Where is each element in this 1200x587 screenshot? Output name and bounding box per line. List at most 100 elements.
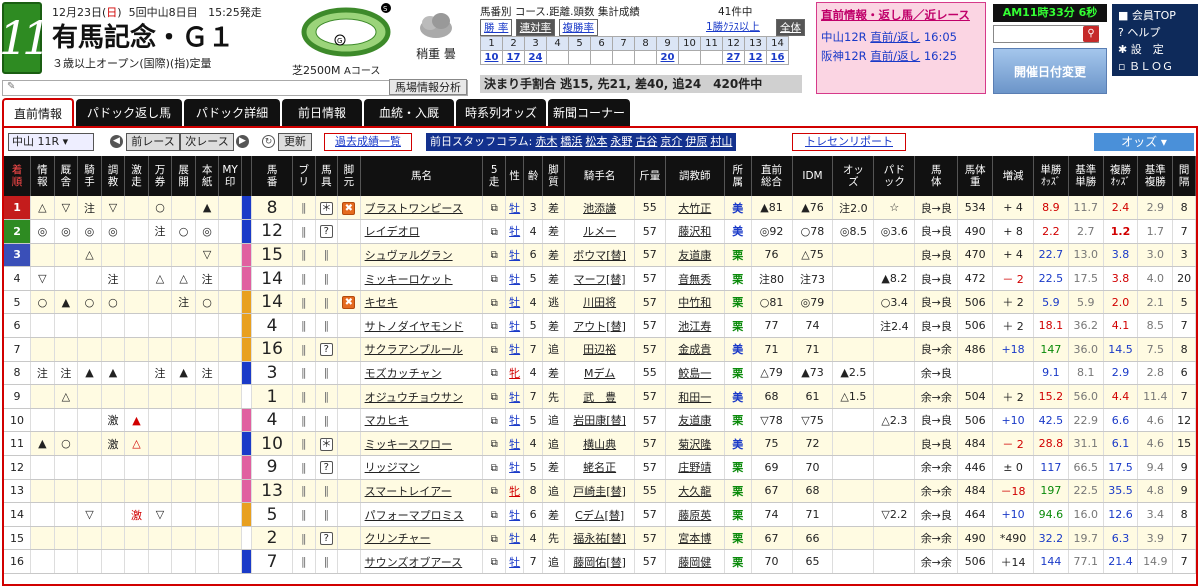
gear-cell[interactable]: ‖	[315, 266, 339, 291]
five-runs-icon[interactable]: ⧉	[482, 455, 506, 480]
my-mark[interactable]	[218, 219, 242, 244]
column-link[interactable]: 村山	[710, 135, 732, 148]
table-row[interactable]: 10 激 ▲ 4 ‖ ‖ マカヒキ ⧉ 牡 5 追岩田康[替] 57 友道康栗 ▽78 ▽75 △2.3 良→良…	[4, 408, 1196, 433]
col-age[interactable]: 齢	[523, 156, 543, 196]
grid-cell[interactable]: 14	[766, 36, 789, 51]
table-row[interactable]: 4 ▽ 注 △ △ 注 14 ‖ ‖ ミッキーロケット ⧉ 牡 5 差マーフ[替] 57 音無秀栗注80 注73…	[4, 266, 1196, 291]
jockey-name-link[interactable]: 蛯名正	[564, 455, 635, 480]
col-win-base[interactable]: 基準 単勝	[1068, 156, 1104, 196]
trainer-link[interactable]: 鮫島一	[665, 361, 725, 386]
prev-arrow-icon[interactable]: ◀	[110, 135, 123, 148]
table-row[interactable]: 8 注注 ▲ ▲ 注 ▲ 注 3 ‖ ‖ モズカッチャン ⧉ 牝 4 差 Mデム 55 鮫島一栗 △79 ▲73 ▲2.…	[4, 361, 1196, 386]
grid-cell[interactable]: 9	[656, 36, 679, 51]
trainer-link[interactable]: 宮本博	[665, 526, 725, 551]
trainer-link[interactable]: 藤岡健	[665, 549, 725, 574]
sex-cell[interactable]: 牡	[505, 455, 525, 480]
my-mark[interactable]	[218, 196, 242, 221]
horse-name-link[interactable]: パフォーマプロミス	[360, 502, 484, 527]
col-honshi[interactable]: 本紙	[195, 156, 220, 196]
five-runs-icon[interactable]: ⧉	[482, 196, 506, 221]
trainer-link[interactable]: 大竹正	[665, 196, 725, 221]
gear-cell[interactable]: ‖	[315, 408, 339, 433]
five-runs-icon[interactable]: ⧉	[482, 384, 506, 409]
sex-cell[interactable]: 牡	[505, 384, 525, 409]
five-runs-icon[interactable]: ⧉	[482, 526, 506, 551]
gear-cell[interactable]: ‖	[315, 479, 339, 504]
leg-warning-icon[interactable]: ✖	[342, 296, 356, 310]
grid-cell[interactable]: 20	[656, 50, 679, 65]
horse-name-link[interactable]: モズカッチャン	[360, 361, 484, 386]
gear-cell[interactable]: ‖	[315, 313, 339, 339]
horse-name-link[interactable]: リッジマン	[360, 455, 484, 480]
next-race-button[interactable]: 次レース	[180, 133, 234, 151]
leg-cell[interactable]	[337, 361, 361, 386]
tab-prev-day-info[interactable]: 前日情報	[282, 99, 362, 127]
five-runs-icon[interactable]: ⧉	[482, 266, 506, 291]
horse-name-link[interactable]: ミッキーロケット	[360, 266, 484, 291]
sex-cell[interactable]: 牡	[505, 266, 525, 291]
jockey-name-link[interactable]: 戸崎圭[替]	[564, 479, 635, 504]
col-my[interactable]: MY 印	[218, 156, 242, 196]
tab-pedigree[interactable]: 血統・入厩	[364, 99, 454, 127]
gear-cell[interactable]: ‖	[315, 361, 339, 386]
five-runs-icon[interactable]: ⧉	[482, 243, 506, 268]
col-legs[interactable]: 脚元	[337, 156, 361, 196]
leg-cell[interactable]	[337, 313, 361, 339]
sex-cell[interactable]: 牡	[505, 196, 525, 221]
trainer-link[interactable]: 藤沢和	[665, 219, 725, 244]
refresh-icon[interactable]: ↻	[262, 135, 275, 148]
tab-paddock-detail[interactable]: パドック詳細	[184, 99, 280, 127]
five-runs-icon[interactable]: ⧉	[482, 502, 506, 527]
jockey-name-link[interactable]: 池添謙	[564, 196, 635, 221]
table-row[interactable]: 12 9 ‖? リッジマン ⧉ 牡 5 差蛯名正 57 庄野靖栗 69 70 余→余 446 ± 0 117 6…	[4, 455, 1196, 480]
col-tenkai[interactable]: 展開	[171, 156, 196, 196]
open-date-change-button[interactable]: 開催日付変更	[993, 48, 1107, 94]
all-filter-button[interactable]: 全体	[776, 19, 805, 36]
col-trainer[interactable]: 調教師	[665, 156, 725, 196]
leg-cell[interactable]	[337, 219, 361, 244]
track-analysis-button[interactable]: 馬場情報分析	[389, 79, 467, 95]
my-mark[interactable]	[218, 502, 242, 527]
sex-cell[interactable]: 牝	[505, 479, 525, 504]
tab-newspaper[interactable]: 新聞コーナー	[548, 99, 630, 127]
col-mangen[interactable]: 万券	[148, 156, 173, 196]
gear-icon[interactable]: ＊	[319, 201, 333, 215]
horse-name-link[interactable]: スマートレイアー	[360, 479, 484, 504]
col-paddock[interactable]: パド ック	[873, 156, 916, 196]
my-mark[interactable]	[218, 549, 242, 574]
leg-cell[interactable]	[337, 431, 361, 457]
my-mark[interactable]	[218, 431, 242, 457]
leg-cell[interactable]	[337, 408, 361, 433]
sex-cell[interactable]: 牡	[505, 290, 525, 315]
my-mark[interactable]	[218, 243, 242, 268]
menu-item-member-top[interactable]: ■ 会員TOP	[1118, 7, 1192, 24]
odds-button[interactable]: オッズ ▾	[1094, 133, 1194, 151]
search-icon[interactable]: ⚲	[1083, 26, 1099, 42]
trainer-link[interactable]: 庄野靖	[665, 455, 725, 480]
sex-cell[interactable]: 牡	[505, 313, 525, 339]
jockey-name-link[interactable]: 川田将	[564, 290, 635, 315]
jockey-name-link[interactable]: ボウマ[替]	[564, 243, 635, 268]
trainer-link[interactable]: 菊沢隆	[665, 431, 725, 457]
five-runs-icon[interactable]: ⧉	[482, 313, 506, 339]
horse-name-link[interactable]: キセキ	[360, 290, 484, 315]
col-horse-name[interactable]: 馬名	[360, 156, 484, 196]
sex-cell[interactable]: 牡	[505, 408, 525, 433]
grid-cell[interactable]: 3	[524, 36, 547, 51]
grid-cell[interactable]: 13	[744, 36, 767, 51]
col-interval[interactable]: 間隔	[1172, 156, 1196, 196]
grid-cell[interactable]: 24	[524, 50, 547, 65]
five-runs-icon[interactable]: ⧉	[482, 290, 506, 315]
horse-name-link[interactable]: シュヴァルグラン	[360, 243, 484, 268]
col-jockey-name[interactable]: 騎手名	[564, 156, 635, 196]
horse-name-link[interactable]: レイデオロ	[360, 219, 484, 244]
grid-cell[interactable]: 11	[700, 36, 723, 51]
grid-cell[interactable]: 12	[722, 36, 745, 51]
table-row[interactable]: 1 △ ▽ 注 ▽ ○ ▲ 8 ‖ ＊ ✖ ブラストワンピース ⧉ 牡 3 差池添謙 55 大竹正美 ▲81 ▲76 注…	[4, 196, 1196, 221]
tab-show-rate[interactable]: 複勝率	[558, 19, 599, 36]
leg-cell[interactable]	[337, 479, 361, 504]
leg-cell[interactable]	[337, 337, 361, 362]
past-results-button[interactable]: 過去成績一覧	[324, 133, 412, 151]
col-stable[interactable]: 厩舎	[54, 156, 79, 196]
horse-name-link[interactable]: オジュウチョウサン	[360, 384, 484, 409]
